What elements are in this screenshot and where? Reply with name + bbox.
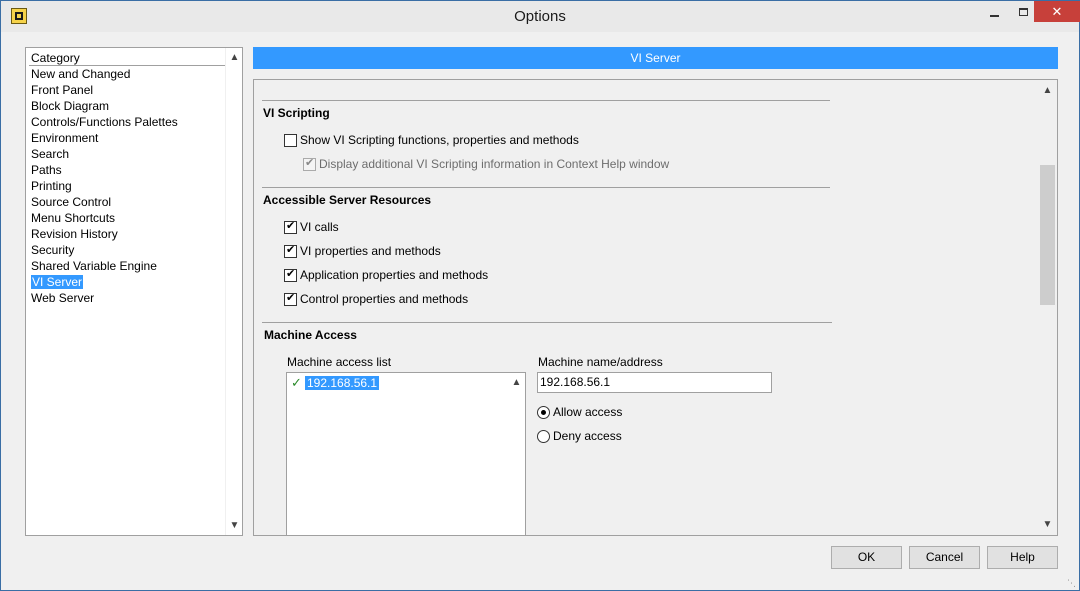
- machine-access-title: Machine Access: [264, 328, 357, 342]
- allow-access-option[interactable]: Allow access: [537, 404, 622, 420]
- display-scripting-info-option[interactable]: Display additional VI Scripting informat…: [303, 156, 669, 172]
- cancel-button[interactable]: Cancel: [909, 546, 980, 569]
- page-title: VI Server: [253, 47, 1058, 69]
- ok-button[interactable]: OK: [831, 546, 902, 569]
- display-scripting-info-label: Display additional VI Scripting informat…: [319, 157, 670, 171]
- scrollbar-thumb[interactable]: [1040, 165, 1055, 305]
- control-properties-option[interactable]: Control properties and methods: [284, 291, 468, 307]
- window-title: Options: [514, 8, 566, 25]
- vi-calls-label: VI calls: [300, 220, 339, 234]
- deny-access-label: Deny access: [553, 429, 622, 443]
- close-icon: ✕: [1051, 3, 1063, 19]
- category-item-revision-history[interactable]: Revision History: [29, 226, 225, 242]
- divider: [262, 100, 830, 101]
- list-item-address: 192.168.56.1: [305, 376, 380, 390]
- content-scrollbar[interactable]: ▲ ▼: [1039, 80, 1057, 535]
- application-properties-option[interactable]: Application properties and methods: [284, 267, 488, 283]
- control-properties-checkbox[interactable]: [284, 291, 297, 306]
- maximize-icon: [1019, 7, 1028, 16]
- list-item[interactable]: ✓ 192.168.56.1: [291, 375, 380, 391]
- category-item-security[interactable]: Security: [29, 242, 225, 258]
- category-item-environment[interactable]: Environment: [29, 130, 225, 146]
- category-item-block-diagram[interactable]: Block Diagram: [29, 98, 225, 114]
- help-button[interactable]: Help: [987, 546, 1058, 569]
- category-item-web-server[interactable]: Web Server: [29, 290, 225, 306]
- category-item-front-panel[interactable]: Front Panel: [29, 82, 225, 98]
- scroll-down-icon[interactable]: ▼: [1039, 516, 1056, 533]
- control-properties-label: Control properties and methods: [300, 292, 469, 306]
- minimize-icon: [990, 14, 999, 17]
- category-item-printing[interactable]: Printing: [29, 178, 225, 194]
- options-window: Options ✕ Category New and Changed Front…: [0, 0, 1080, 591]
- category-item-new-and-changed[interactable]: New and Changed: [29, 66, 225, 82]
- minimize-button[interactable]: [980, 1, 1009, 22]
- category-item-vi-server[interactable]: VI Server: [29, 274, 225, 290]
- show-scripting-option[interactable]: Show VI Scripting functions, properties …: [284, 132, 579, 148]
- vi-properties-label: VI properties and methods: [300, 244, 441, 258]
- show-scripting-label: Show VI Scripting functions, properties …: [300, 133, 579, 147]
- vi-scripting-title: VI Scripting: [263, 106, 330, 120]
- machine-name-input[interactable]: 192.168.56.1: [537, 372, 772, 393]
- category-header: Category: [29, 50, 225, 66]
- category-item-source-control[interactable]: Source Control: [29, 194, 225, 210]
- category-scrollbar[interactable]: ▲ ▼: [225, 48, 242, 535]
- scroll-up-icon[interactable]: ▲: [1039, 82, 1056, 99]
- checkmark-icon: ✓: [291, 375, 302, 390]
- title-bar: Options ✕: [1, 1, 1080, 32]
- vi-calls-checkbox[interactable]: [284, 219, 297, 234]
- category-item-controls-functions-palettes[interactable]: Controls/Functions Palettes: [29, 114, 225, 130]
- application-properties-checkbox[interactable]: [284, 267, 297, 282]
- category-item-menu-shortcuts[interactable]: Menu Shortcuts: [29, 210, 225, 226]
- settings-content: VI Scripting Show VI Scripting functions…: [253, 79, 1058, 536]
- close-button[interactable]: ✕: [1034, 1, 1080, 22]
- scroll-down-icon[interactable]: ▼: [226, 517, 243, 534]
- vi-properties-checkbox[interactable]: [284, 243, 297, 258]
- display-scripting-info-checkbox[interactable]: [303, 156, 316, 171]
- vi-properties-option[interactable]: VI properties and methods: [284, 243, 441, 259]
- machine-name-label: Machine name/address: [538, 355, 663, 369]
- machine-access-list-label: Machine access list: [287, 355, 392, 369]
- allow-access-label: Allow access: [553, 405, 623, 419]
- divider: [262, 187, 830, 188]
- accessible-resources-title: Accessible Server Resources: [263, 193, 432, 207]
- category-list[interactable]: Category New and Changed Front Panel Blo…: [25, 47, 243, 536]
- deny-access-radio[interactable]: [537, 429, 550, 443]
- scroll-up-icon[interactable]: ▲: [226, 49, 243, 66]
- divider: [262, 322, 832, 323]
- deny-access-option[interactable]: Deny access: [537, 428, 622, 444]
- show-scripting-checkbox[interactable]: [284, 133, 297, 147]
- scroll-up-icon[interactable]: ▲: [508, 374, 525, 391]
- category-item-search[interactable]: Search: [29, 146, 225, 162]
- category-items: New and Changed Front Panel Block Diagra…: [29, 66, 225, 306]
- category-item-shared-variable-engine[interactable]: Shared Variable Engine: [29, 258, 225, 274]
- vi-calls-option[interactable]: VI calls: [284, 219, 339, 235]
- application-properties-label: Application properties and methods: [300, 268, 489, 282]
- resize-grip-icon[interactable]: ⋱: [1067, 578, 1077, 588]
- machine-access-list[interactable]: ✓ 192.168.56.1 ▲: [286, 372, 526, 536]
- category-item-paths[interactable]: Paths: [29, 162, 225, 178]
- allow-access-radio[interactable]: [537, 405, 550, 419]
- machine-list-scrollbar[interactable]: ▲: [508, 373, 525, 535]
